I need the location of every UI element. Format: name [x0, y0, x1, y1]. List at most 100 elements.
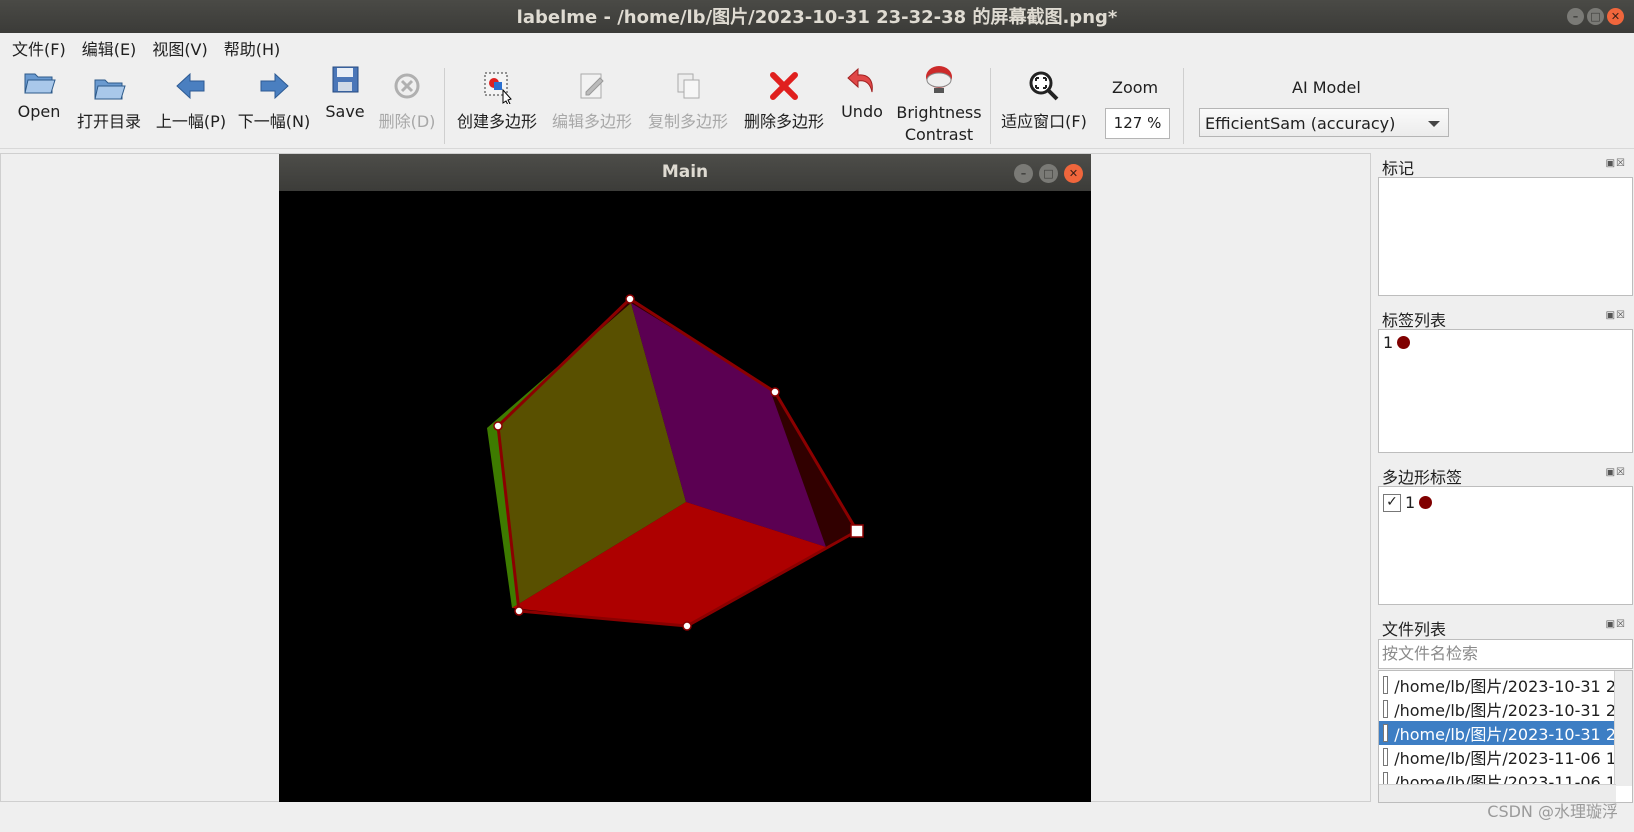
close-button[interactable]: ✕	[1607, 8, 1624, 25]
polygon-vertex[interactable]	[682, 621, 692, 631]
polygon-visible-checkbox[interactable]: ✓	[1383, 493, 1401, 512]
undo-button[interactable]: Undo	[837, 62, 887, 121]
polygon-labels-panel[interactable]: ✓ 1	[1378, 486, 1633, 605]
polygon-vertex[interactable]	[770, 387, 780, 397]
edit-icon	[580, 73, 604, 99]
maximize-button[interactable]: □	[1587, 8, 1604, 25]
menu-file[interactable]: 文件(F)	[4, 36, 74, 60]
polygon-labels-dock-title: 多边形标签	[1382, 468, 1463, 487]
dock-float-close-icon[interactable]: ▣☒	[1606, 467, 1626, 478]
label-color-dot	[1419, 496, 1433, 509]
dock-float-close-icon[interactable]: ▣☒	[1606, 310, 1626, 321]
arrow-right-icon	[260, 72, 289, 100]
polygon-vertex-selected[interactable]	[850, 524, 864, 538]
image-maximize-icon: □	[1039, 164, 1058, 183]
chevron-down-icon	[1428, 121, 1440, 127]
cube-image	[487, 294, 864, 631]
undo-icon	[847, 67, 873, 93]
floppy-disk-icon	[332, 66, 359, 93]
flags-panel[interactable]	[1378, 177, 1633, 296]
prev-image-button[interactable]: 上一幅(P)	[153, 62, 229, 132]
watermark: CSDN @水理璇浮	[1487, 802, 1618, 821]
dock-float-close-icon[interactable]: ▣☒	[1606, 619, 1626, 630]
arrow-left-icon	[176, 72, 205, 100]
file-search-input[interactable]: 按文件名检索	[1378, 639, 1633, 669]
next-image-button[interactable]: 下一幅(N)	[236, 62, 312, 132]
polygon-label-text: 1	[1405, 493, 1416, 512]
toolbar-separator	[990, 68, 991, 144]
undo-label: Undo	[841, 102, 883, 121]
label-color-dot	[1397, 336, 1411, 349]
label-text: 1	[1383, 333, 1394, 352]
polygon-vertex[interactable]	[625, 294, 635, 304]
delete-polygon-label: 删除多边形	[743, 112, 824, 131]
file-list-item[interactable]: /home/lb/图片/2023-10-31 2	[1379, 673, 1616, 697]
folder-open-icon	[24, 73, 56, 94]
file-list[interactable]: /home/lb/图片/2023-10-31 2 /home/lb/图片/202…	[1378, 670, 1633, 803]
folder-icon	[94, 79, 126, 100]
file-list-item[interactable]: /home/lb/图片/2023-10-31 2	[1379, 697, 1616, 721]
file-path: /home/lb/图片/2023-11-06 1	[1394, 749, 1616, 768]
file-list-item[interactable]: /home/lb/图片/2023-11-06 1	[1379, 745, 1616, 769]
delete-file-button[interactable]: 删除(D)	[377, 62, 437, 132]
edit-polygon-label: 编辑多边形	[551, 112, 632, 131]
file-checkbox[interactable]	[1383, 700, 1389, 718]
ai-model-value: EfficientSam (accuracy)	[1205, 114, 1396, 133]
file-path: /home/lb/图片/2023-10-31 2	[1394, 677, 1616, 696]
copy-polygon-button[interactable]: 复制多边形	[646, 62, 730, 132]
save-button[interactable]: Save	[320, 62, 370, 121]
edit-polygon-button[interactable]: 编辑多边形	[550, 62, 634, 132]
flags-dock-title: 标记	[1382, 159, 1415, 178]
polygon-label-item[interactable]: ✓ 1	[1383, 493, 1433, 512]
brightness-contrast-button[interactable]: Brightness Contrast	[894, 62, 984, 146]
ai-model-select[interactable]: EfficientSam (accuracy)	[1199, 108, 1449, 137]
file-list-dock-title: 文件列表	[1382, 620, 1447, 639]
status-bar	[0, 803, 1634, 832]
toolbar-separator	[1183, 68, 1184, 144]
window-titlebar: labelme - /home/lb/图片/2023-10-31 23-32-3…	[0, 0, 1634, 33]
open-button[interactable]: Open	[14, 62, 64, 121]
save-label: Save	[325, 102, 365, 121]
prev-label: 上一幅(P)	[155, 112, 227, 131]
cancel-icon	[394, 73, 420, 99]
polygon-vertex[interactable]	[493, 421, 503, 431]
brightness-contrast-icon	[926, 66, 952, 93]
toolbar: Open 打开目录 上一幅(P) 下一幅(N) Save 删除(D) 创建多边形…	[0, 62, 1634, 149]
open-dir-label: 打开目录	[76, 112, 141, 131]
dock-float-close-icon[interactable]: ▣☒	[1606, 158, 1626, 169]
image-window-controls: – □ ✕	[1014, 164, 1083, 183]
contrast-text: Contrast	[904, 125, 974, 144]
zoom-fit-icon	[1029, 71, 1059, 101]
zoom-label: Zoom	[1112, 78, 1159, 97]
label-list-item[interactable]: 1	[1383, 333, 1411, 352]
menu-edit[interactable]: 编辑(E)	[74, 36, 145, 60]
ai-model-label: AI Model	[1292, 78, 1361, 97]
create-polygon-label: 创建多边形	[456, 112, 537, 131]
label-list-panel[interactable]: 1	[1378, 329, 1633, 453]
menu-help[interactable]: 帮助(H)	[216, 36, 289, 60]
delete-polygon-button[interactable]: 删除多边形	[742, 62, 826, 132]
file-checkbox[interactable]	[1383, 748, 1389, 766]
file-list-vertical-scrollbar[interactable]	[1614, 671, 1632, 786]
zoom-spinbox[interactable]: 127 %	[1105, 108, 1170, 139]
annotated-image[interactable]: Main – □ ✕	[279, 154, 1091, 802]
red-x-icon	[770, 72, 798, 100]
file-list-item-selected[interactable]: /home/lb/图片/2023-10-31 2	[1379, 721, 1616, 745]
minimize-button[interactable]: –	[1567, 8, 1584, 25]
image-minimize-icon: –	[1014, 164, 1033, 183]
brightness-text: Brightness	[896, 103, 982, 122]
brightness-contrast-label: Brightness Contrast	[894, 102, 984, 146]
create-polygon-button[interactable]: 创建多边形	[455, 62, 539, 132]
copy-icon	[677, 73, 700, 99]
menu-view[interactable]: 视图(V)	[144, 36, 215, 60]
polygon-vertex[interactable]	[514, 606, 524, 616]
open-label: Open	[17, 102, 61, 121]
next-label: 下一幅(N)	[237, 112, 311, 131]
file-checkbox[interactable]	[1383, 676, 1389, 694]
open-dir-button[interactable]: 打开目录	[74, 62, 144, 132]
polygon-annotation[interactable]	[496, 297, 860, 628]
image-window-title: Main	[661, 162, 709, 182]
file-checkbox[interactable]	[1383, 724, 1389, 742]
menu-bar: 文件(F) 编辑(E) 视图(V) 帮助(H)	[0, 33, 1634, 62]
fit-window-button[interactable]: 适应窗口(F)	[1000, 62, 1088, 132]
